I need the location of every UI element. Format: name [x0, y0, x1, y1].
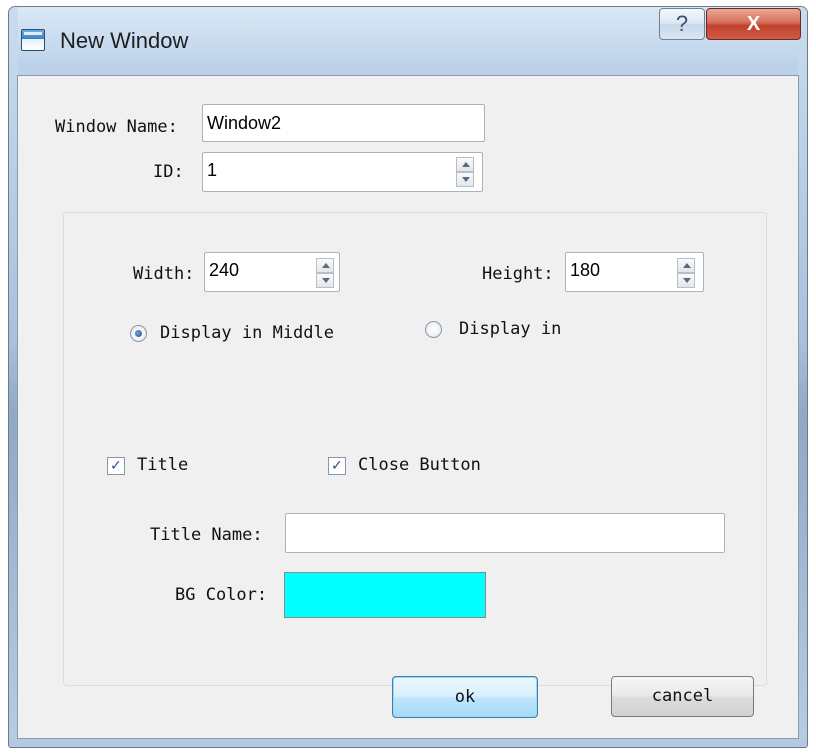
- spin-down-icon[interactable]: [456, 172, 474, 187]
- display-in-radio[interactable]: [425, 321, 442, 338]
- cancel-button[interactable]: cancel: [611, 676, 754, 717]
- width-value: 240: [209, 260, 240, 280]
- title-checkbox-label[interactable]: Title: [137, 453, 188, 477]
- window-icon: [21, 29, 45, 51]
- spin-down-icon[interactable]: [316, 273, 334, 288]
- checkmark-icon: ✓: [331, 458, 343, 474]
- title-name-input[interactable]: [285, 513, 725, 553]
- spin-down-icon[interactable]: [677, 273, 695, 288]
- frame-right-edge: [798, 7, 807, 747]
- checkmark-icon: ✓: [110, 458, 122, 474]
- bg-color-label: BG Color:: [175, 585, 268, 605]
- bg-color-swatch-button[interactable]: [284, 572, 486, 618]
- spin-up-icon[interactable]: [316, 258, 334, 273]
- height-value: 180: [570, 260, 601, 280]
- window-title: New Window: [60, 28, 189, 53]
- ok-button[interactable]: ok: [392, 676, 538, 718]
- close-button-checkbox[interactable]: ✓: [328, 457, 346, 475]
- id-spin-arrows[interactable]: [456, 157, 474, 187]
- title-checkbox[interactable]: ✓: [107, 457, 125, 475]
- help-button[interactable]: ?: [659, 8, 705, 40]
- spin-up-icon[interactable]: [677, 258, 695, 273]
- id-value: 1: [207, 160, 218, 180]
- height-label: Height:: [482, 264, 554, 284]
- display-middle-label[interactable]: Display in Middle: [160, 321, 334, 345]
- window-name-label: Window Name:: [55, 117, 178, 137]
- window-name-input[interactable]: [202, 104, 485, 142]
- display-middle-radio[interactable]: [130, 325, 147, 342]
- width-label: Width:: [133, 264, 195, 284]
- id-label: ID:: [153, 162, 184, 182]
- close-window-button[interactable]: X: [706, 8, 801, 40]
- spin-up-icon[interactable]: [456, 157, 474, 172]
- width-spin-arrows[interactable]: [316, 258, 334, 288]
- height-spin-arrows[interactable]: [677, 258, 695, 288]
- title-name-label: Title Name:: [150, 525, 263, 545]
- id-spinbox[interactable]: 1: [202, 152, 483, 192]
- frame-bottom-edge: [9, 738, 807, 747]
- close-button-checkbox-label[interactable]: Close Button: [358, 453, 481, 477]
- display-in-label[interactable]: Display in: [459, 317, 561, 341]
